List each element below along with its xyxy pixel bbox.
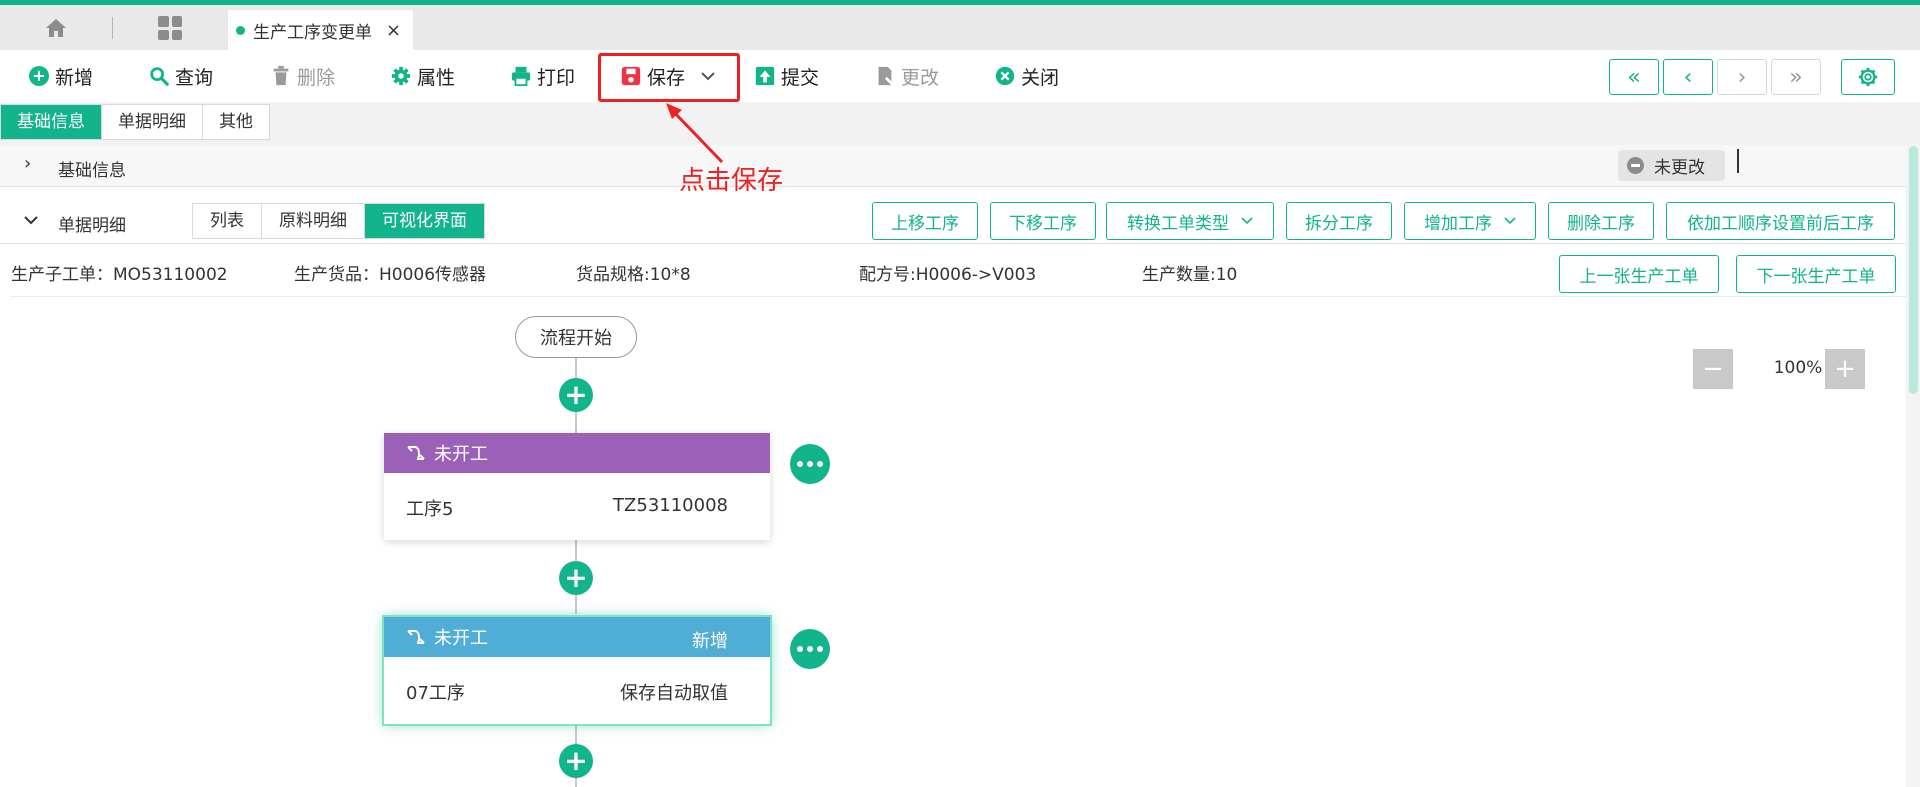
close-circle-icon xyxy=(995,66,1015,86)
home-icon[interactable] xyxy=(42,16,70,40)
text-cursor xyxy=(1737,149,1739,173)
delete-process-button[interactable]: 删除工序 xyxy=(1548,202,1654,240)
printer-icon xyxy=(511,66,531,87)
section-tab-bar xyxy=(0,102,1920,145)
set-sequence-button[interactable]: 依加工顺序设置前后工序 xyxy=(1666,202,1895,240)
insert-process-button[interactable]: + xyxy=(559,561,593,595)
insert-process-button[interactable]: + xyxy=(559,378,593,412)
route-icon xyxy=(407,446,425,460)
print-button[interactable]: 打印 xyxy=(510,62,575,90)
chevron-right-icon[interactable]: › xyxy=(24,153,31,174)
upload-icon xyxy=(755,66,775,86)
add-button[interactable]: + 新增 xyxy=(28,62,93,90)
process-code: 保存自动取值 xyxy=(620,683,728,704)
modify-button[interactable]: 更改 xyxy=(874,62,939,90)
grid-apps-icon[interactable] xyxy=(158,16,182,40)
chevron-down-icon[interactable] xyxy=(24,215,38,225)
tab-basic-info[interactable]: 基础信息 xyxy=(1,105,102,139)
prev-record-button[interactable]: ‹ xyxy=(1663,59,1713,95)
prev-order-button[interactable]: 上一张生产工单 xyxy=(1559,255,1719,293)
tab-separator xyxy=(112,17,113,39)
process-card-header: 未开工 新增 xyxy=(384,617,770,657)
convert-type-button[interactable]: 转换工单类型 xyxy=(1106,202,1274,240)
tab-other[interactable]: 其他 xyxy=(203,105,269,139)
plus-circle-icon: + xyxy=(28,65,50,87)
move-down-button[interactable]: 下移工序 xyxy=(990,202,1096,240)
properties-button[interactable]: 属性 xyxy=(390,62,455,90)
last-record-button[interactable]: » xyxy=(1771,59,1821,95)
view-tab-material[interactable]: 原料明细 xyxy=(262,204,365,238)
divider xyxy=(10,296,1906,297)
submit-button[interactable]: 提交 xyxy=(754,62,819,90)
process-code: TZ53110008 xyxy=(613,495,728,516)
zoom-out-button[interactable]: − xyxy=(1693,349,1733,389)
next-order-button[interactable]: 下一张生产工单 xyxy=(1736,255,1896,293)
document-detail-label: 单据明细 xyxy=(58,216,126,236)
more-options-button[interactable] xyxy=(790,629,830,669)
zoom-in-button[interactable]: + xyxy=(1825,349,1865,389)
view-tab-list[interactable]: 列表 xyxy=(193,204,262,238)
basic-info-label: 基础信息 xyxy=(58,161,126,181)
delete-button[interactable]: 删除 xyxy=(270,62,335,90)
section-tabs: 基础信息 单据明细 其他 xyxy=(0,104,270,140)
active-dot-icon xyxy=(236,25,245,35)
sub-order-text: 生产子工单：MO53110002 xyxy=(11,265,228,285)
flow-start-node[interactable]: 流程开始 xyxy=(515,316,637,358)
gear-icon xyxy=(391,66,411,86)
process-card[interactable]: 未开工 工序5 TZ53110008 xyxy=(384,433,770,540)
settings-gear-icon xyxy=(1858,67,1878,87)
process-name: 07工序 xyxy=(406,683,465,704)
annotation-arrow-icon xyxy=(666,103,724,164)
process-name: 工序5 xyxy=(406,499,454,520)
close-button[interactable]: 关闭 xyxy=(994,62,1059,90)
minus-circle-icon xyxy=(1627,157,1644,174)
tab-strip: 生产工序变更单 × xyxy=(0,5,1920,50)
process-card-selected[interactable]: 未开工 新增 07工序 保存自动取值 xyxy=(384,617,770,724)
search-icon xyxy=(150,67,169,86)
view-tab-visual[interactable]: 可视化界面 xyxy=(365,204,484,238)
route-icon xyxy=(407,630,425,644)
insert-process-button[interactable]: + xyxy=(559,744,593,778)
chevron-down-icon xyxy=(1241,217,1253,225)
save-highlight-box xyxy=(598,53,740,102)
chevron-down-icon xyxy=(1504,217,1516,225)
split-process-button[interactable]: 拆分工序 xyxy=(1286,202,1392,240)
move-up-button[interactable]: 上移工序 xyxy=(872,202,978,240)
tab-close-icon[interactable]: × xyxy=(386,20,401,41)
first-record-button[interactable]: « xyxy=(1609,59,1659,95)
recipe-text: 配方号:H0006->V003 xyxy=(859,265,1037,285)
trash-icon xyxy=(273,65,289,86)
scrollbar-thumb[interactable] xyxy=(1909,146,1918,394)
status-badge: 未更改 xyxy=(1618,150,1725,181)
settings-button[interactable] xyxy=(1841,59,1895,95)
more-options-button[interactable] xyxy=(790,444,830,484)
view-tabs: 列表 原料明细 可视化界面 xyxy=(192,203,485,239)
annotation-text: 点击保存 xyxy=(679,166,784,196)
tab-production-change[interactable]: 生产工序变更单 × xyxy=(228,10,413,50)
query-button[interactable]: 查询 xyxy=(148,62,213,90)
quantity-text: 生产数量:10 xyxy=(1142,265,1238,285)
product-text: 生产货品：H0006传感器 xyxy=(294,265,487,285)
process-card-header: 未开工 xyxy=(384,433,770,473)
spec-text: 货品规格:10*8 xyxy=(576,265,691,285)
edit-file-icon xyxy=(878,66,894,86)
tab-document-detail[interactable]: 单据明细 xyxy=(102,105,203,139)
next-record-button[interactable]: › xyxy=(1717,59,1767,95)
new-tag: 新增 xyxy=(692,631,728,652)
add-process-button[interactable]: 增加工序 xyxy=(1404,202,1536,240)
